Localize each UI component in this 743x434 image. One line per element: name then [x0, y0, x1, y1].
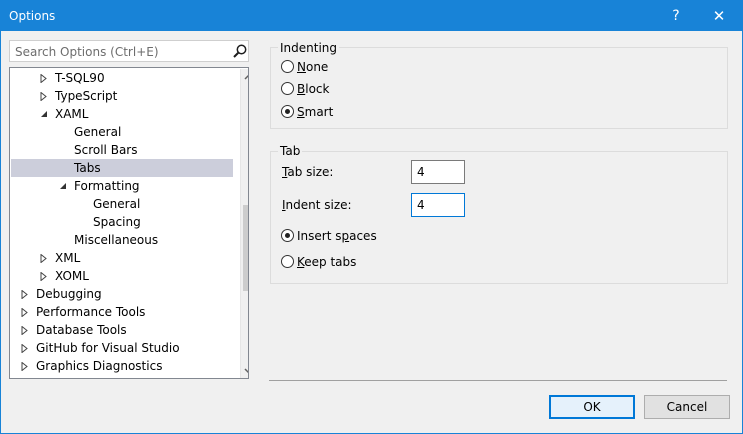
indent-size-input[interactable] [411, 193, 465, 217]
radio-circle[interactable] [281, 229, 294, 242]
tree-item[interactable]: Spacing [11, 213, 233, 231]
radio-circle[interactable] [281, 105, 294, 118]
window-title: Options [9, 9, 56, 23]
tree-item-label: GitHub for Visual Studio [36, 341, 180, 355]
tree-item[interactable]: Formatting [11, 177, 233, 195]
indenting-group-title: Indenting [278, 41, 340, 55]
tree-item-label: NuGet Package Manager [36, 375, 184, 378]
expand-arrow-icon[interactable] [21, 339, 31, 357]
tree-item[interactable]: NuGet Package Manager [11, 375, 233, 378]
indenting-group [270, 47, 728, 129]
expand-arrow-icon[interactable] [40, 249, 50, 267]
tree-item[interactable]: Debugging [11, 285, 233, 303]
scroll-down-arrow-icon[interactable] [241, 362, 248, 378]
tab-size-label: Tab size: [282, 165, 334, 179]
tree-item[interactable]: Database Tools [11, 321, 233, 339]
tree-item[interactable]: General [11, 195, 233, 213]
help-button[interactable]: ? [662, 5, 690, 27]
tree-item[interactable]: T-SQL90 [11, 69, 233, 87]
tree-item-label: Scroll Bars [74, 143, 138, 157]
expand-arrow-icon[interactable] [40, 267, 50, 285]
radio-label[interactable]: Smart [297, 104, 333, 120]
radio-circle[interactable] [281, 82, 294, 95]
tree-item-label: TypeScript [55, 89, 118, 103]
tree-item[interactable]: General [11, 123, 233, 141]
radio-circle[interactable] [281, 60, 294, 73]
radio-circle[interactable] [281, 255, 294, 268]
expand-arrow-icon[interactable] [21, 357, 31, 375]
title-bar[interactable]: Options ? ✕ [1, 1, 742, 31]
ok-button[interactable]: OK [549, 395, 635, 419]
radio-dot [285, 233, 290, 238]
expand-arrow-icon[interactable] [21, 285, 31, 303]
tab-group-title: Tab [278, 144, 303, 158]
search-icon[interactable] [232, 43, 248, 59]
expand-arrow-icon[interactable] [21, 303, 31, 321]
tree-item-label: Database Tools [36, 323, 127, 337]
tree-item-label: Formatting [74, 179, 140, 193]
tree-item[interactable]: Miscellaneous [11, 231, 233, 249]
tree-item-label: Spacing [93, 215, 141, 229]
radio-label[interactable]: Insert spaces [297, 228, 377, 244]
tree-item-label: XML [55, 251, 81, 265]
tree-scrollbar[interactable] [240, 69, 248, 378]
radio-label[interactable]: None [297, 59, 328, 75]
expand-arrow-icon[interactable] [21, 375, 31, 378]
collapse-arrow-icon[interactable] [40, 105, 50, 123]
scroll-thumb[interactable] [243, 205, 248, 291]
expand-arrow-icon[interactable] [40, 87, 50, 105]
tree-item-label: Graphics Diagnostics [36, 359, 163, 373]
tree-item-label: Miscellaneous [74, 233, 159, 247]
close-button[interactable]: ✕ [705, 5, 733, 27]
expand-arrow-icon[interactable] [21, 321, 31, 339]
options-dialog: Options ? ✕ T-SQL90 TypeScript XAML General… [0, 0, 743, 434]
tree-item[interactable]: XOML [11, 267, 233, 285]
scroll-up-arrow-icon[interactable] [241, 69, 248, 86]
tree-item[interactable]: XAML [11, 105, 233, 123]
tree-item[interactable]: Performance Tools [11, 303, 233, 321]
tree-item[interactable]: XML [11, 249, 233, 267]
tree-item-label: Tabs [74, 161, 101, 175]
collapse-arrow-icon[interactable] [59, 177, 69, 195]
tree-item-label: XOML [55, 269, 89, 283]
cancel-button[interactable]: Cancel [644, 395, 730, 419]
expand-arrow-icon[interactable] [40, 69, 50, 87]
options-tree[interactable]: T-SQL90 TypeScript XAML General Scroll Bars T… [9, 67, 249, 379]
footer-separator [269, 380, 727, 381]
tree-item-label: Performance Tools [36, 305, 146, 319]
tree-item[interactable]: TypeScript [11, 87, 233, 105]
radio-dot [285, 109, 290, 114]
tab-size-input[interactable] [411, 160, 465, 184]
tree-item[interactable]: Scroll Bars [11, 141, 233, 159]
indent-size-label: Indent size: [282, 198, 352, 212]
tree-item-label: Debugging [36, 287, 102, 301]
tree-item-label: General [93, 197, 141, 211]
tree-item-label: T-SQL90 [55, 71, 105, 85]
radio-label[interactable]: Keep tabs [297, 254, 356, 270]
tree-item[interactable]: GitHub for Visual Studio [11, 339, 233, 357]
radio-label[interactable]: Block [297, 81, 329, 97]
search-box[interactable] [9, 40, 249, 62]
tree-item[interactable]: Graphics Diagnostics [11, 357, 233, 375]
tree-item[interactable]: Tabs [11, 159, 233, 177]
tree-item-label: XAML [55, 107, 89, 121]
search-input[interactable] [13, 43, 227, 61]
tree-item-label: General [74, 125, 122, 139]
